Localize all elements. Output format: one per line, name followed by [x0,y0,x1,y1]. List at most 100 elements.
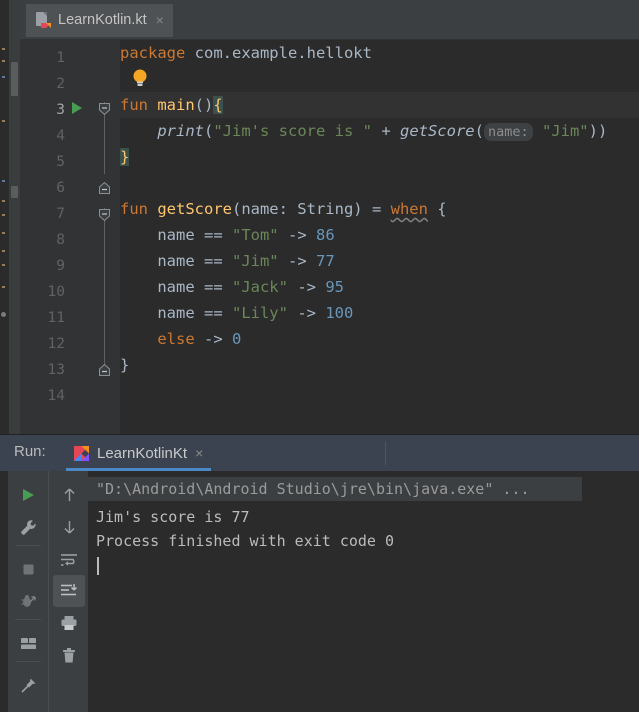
code-token: -> [287,278,326,296]
code-token: when [390,200,428,218]
code-line[interactable]: print("Jim's score is " + getScore(name:… [120,118,639,144]
layout-settings-button[interactable] [12,627,44,659]
android-studio-window: LearnKotlin.kt × 1 2 3 4 5 6 7 8 9 10 11… [0,0,639,712]
code-line[interactable]: name == "Jack" -> 95 [120,274,639,300]
line-number: 5 [56,154,65,170]
next-occurrence-button[interactable] [53,511,85,543]
code-token: "Jim" [231,252,279,270]
code-token: () [194,96,214,114]
code-token: -> [278,252,316,270]
code-token: { [213,96,223,114]
line-number: 6 [56,180,65,196]
code-token: main [157,96,195,114]
code-token: ( [204,122,214,140]
code-token: else [157,330,195,348]
stop-button[interactable] [12,553,44,585]
console-output-line: Jim's score is 77 [96,508,250,526]
line-number: 9 [56,258,65,274]
run-toolbar-secondary [48,471,88,712]
code-line[interactable] [120,66,639,92]
rerun-button[interactable] [12,479,44,511]
line-number: 11 [47,310,65,326]
run-window-label: Run: [14,443,46,460]
print-button[interactable] [53,607,85,639]
code-line[interactable]: fun main(){ [120,92,639,118]
console-caret [97,557,99,575]
code-token: getScore [157,200,232,218]
code-token: -> [287,304,326,322]
code-token: fun [120,200,158,218]
line-number: 14 [47,388,65,404]
clear-all-button[interactable] [53,639,85,671]
run-tab-learnkotlinkt[interactable]: LearnKotlinKt × [66,438,212,471]
line-number: 10 [47,284,65,300]
code-token: ( [474,122,484,140]
header-divider [385,441,386,465]
code-token: fun [120,96,158,114]
editor-tab-label: LearnKotlin.kt [58,11,147,28]
soft-wrap-button[interactable] [53,543,85,575]
code-token: 100 [325,304,354,322]
code-line[interactable]: package com.example.hellokt [120,40,639,66]
line-number: 3 [56,102,65,118]
line-number: 12 [47,336,65,352]
fold-marker-end[interactable] [99,179,110,194]
code-line[interactable]: name == "Jim" -> 77 [120,248,639,274]
code-line[interactable]: name == "Lily" -> 100 [120,300,639,326]
fold-marker-open[interactable] [99,206,110,222]
fold-marker-open[interactable] [99,100,110,116]
code-editor[interactable]: 1 2 3 4 5 6 7 8 9 10 11 12 13 14 package… [20,40,639,434]
editor-scrollbar-left[interactable] [9,0,20,434]
rerun-failed-tests-button[interactable] [12,585,44,617]
code-token: 95 [325,278,344,296]
code-token: name == [120,252,232,270]
editor-fold-gutter[interactable] [99,40,120,434]
code-token: name == [120,226,232,244]
scroll-to-end-button[interactable] [53,575,85,607]
pin-tab-button[interactable] [12,669,44,701]
code-line[interactable]: } [120,144,639,170]
trash-icon [63,647,75,662]
code-token: name == [120,278,232,296]
close-icon[interactable]: × [195,446,203,460]
scroll-to-end-icon [61,584,78,596]
run-toolbar-primary [8,471,48,712]
close-icon[interactable]: × [154,13,164,27]
code-token: "Lily" [231,304,288,322]
run-console[interactable]: "D:\Android\Android Studio\jre\bin\java.… [88,471,639,712]
run-gutter-icon[interactable] [72,102,82,114]
line-number: 8 [56,232,65,248]
code-token: "Jim" [541,122,589,140]
play-icon [23,489,34,501]
code-token: } [120,356,130,374]
code-token: "Tom" [231,226,279,244]
run-configuration-button[interactable] [12,511,44,543]
code-token: getScore [399,122,475,140]
code-text-area[interactable]: package com.example.hellokt fun main(){ … [120,40,639,434]
line-number: 7 [56,206,65,222]
code-token: -> [278,226,316,244]
code-token: com.example.hellokt [194,44,372,62]
run-tab-label: LearnKotlinKt [97,444,188,462]
fold-marker-end[interactable] [99,361,110,376]
editor-tab-learnkotlin[interactable]: LearnKotlin.kt × [26,4,173,37]
previous-occurrence-button[interactable] [53,479,85,511]
code-token: (name: String) = [231,200,391,218]
code-token: } [120,148,130,166]
code-line[interactable]: } [120,352,639,378]
code-token: 77 [315,252,335,270]
console-command-line[interactable]: "D:\Android\Android Studio\jre\bin\java.… [88,477,529,501]
console-output-line: Process finished with exit code 0 [96,532,395,550]
code-line[interactable]: name == "Tom" -> 86 [120,222,639,248]
code-token: "Jim's score is " [213,122,372,140]
code-token: name: [483,123,533,141]
code-line[interactable] [120,170,639,196]
code-token: )) [588,122,608,140]
debug-bug-icon [20,594,36,607]
code-line[interactable] [120,378,639,404]
code-line[interactable]: else -> 0 [120,326,639,352]
left-marker-strip [0,0,9,472]
code-line[interactable]: fun getScore(name: String) = when { [120,196,639,222]
editor-gutter[interactable]: 1 2 3 4 5 6 7 8 9 10 11 12 13 14 [20,40,99,434]
